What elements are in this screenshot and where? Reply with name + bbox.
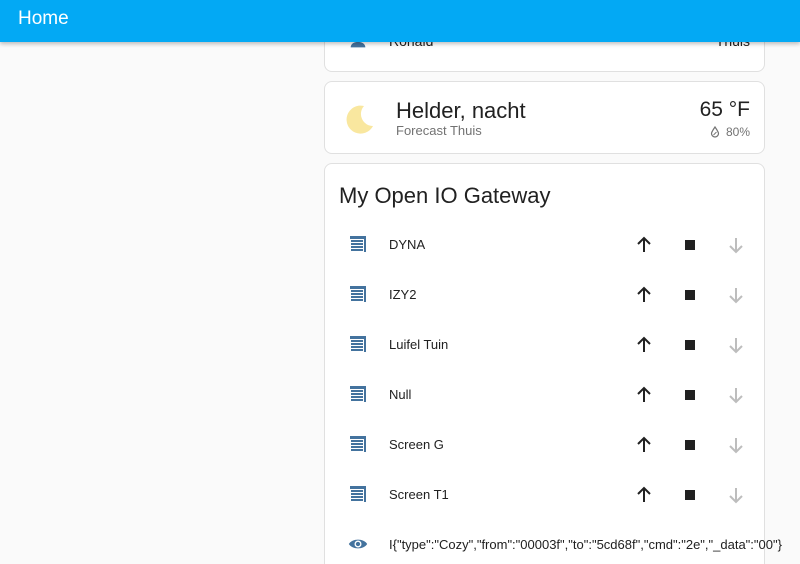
open-cover-button[interactable] <box>632 383 656 407</box>
arrow-up-icon <box>637 286 651 302</box>
stop-icon <box>685 240 695 250</box>
humidity-value: 80% <box>725 125 750 139</box>
page-title: Home <box>18 8 69 29</box>
stop-cover-button[interactable] <box>678 283 702 307</box>
stop-cover-button[interactable] <box>678 333 702 357</box>
stop-icon <box>685 440 695 450</box>
weather-temperature: 65 °F <box>699 98 750 121</box>
weather-condition: Helder, nacht <box>396 98 526 123</box>
cover-name[interactable]: Luifel Tuin <box>389 337 448 352</box>
close-cover-button[interactable] <box>724 233 748 257</box>
app-header: Home <box>0 0 800 42</box>
stop-icon <box>685 490 695 500</box>
window-shutter-icon[interactable] <box>348 284 368 304</box>
sensor-state[interactable]: I{"type":"Cozy","from":"00003f","to":"5c… <box>389 537 782 552</box>
cover-name[interactable]: Null <box>389 387 411 402</box>
open-cover-button[interactable] <box>632 433 656 457</box>
arrow-up-icon <box>637 436 651 452</box>
open-cover-button[interactable] <box>632 233 656 257</box>
stop-cover-button[interactable] <box>678 233 702 257</box>
stop-icon <box>685 390 695 400</box>
cover-row: IZY2 <box>325 271 766 321</box>
eye-icon[interactable] <box>348 534 368 554</box>
card-title: My Open IO Gateway <box>339 183 551 208</box>
cover-name[interactable]: DYNA <box>389 237 425 252</box>
arrow-down-icon <box>729 338 743 354</box>
close-cover-button[interactable] <box>724 483 748 507</box>
cover-name[interactable]: Screen G <box>389 437 444 452</box>
cover-row: DYNA <box>325 221 766 271</box>
cover-row: Null <box>325 371 766 421</box>
weather-card[interactable]: Helder, nacht Forecast Thuis 65 °F 80% <box>324 81 765 154</box>
window-shutter-icon[interactable] <box>348 234 368 254</box>
weather-humidity: 80% <box>709 125 750 139</box>
close-cover-button[interactable] <box>724 433 748 457</box>
cover-row: Screen G <box>325 421 766 471</box>
arrow-down-icon <box>729 238 743 254</box>
open-cover-button[interactable] <box>632 483 656 507</box>
cover-name[interactable]: Screen T1 <box>389 487 449 502</box>
arrow-up-icon <box>637 336 651 352</box>
cover-row: Luifel Tuin <box>325 321 766 371</box>
open-cover-button[interactable] <box>632 283 656 307</box>
gateway-card: My Open IO Gateway DYNA IZY2 Luifel Tuin… <box>324 163 782 564</box>
open-cover-button[interactable] <box>632 333 656 357</box>
cover-row: Screen T1 <box>325 471 766 521</box>
window-shutter-icon[interactable] <box>348 334 368 354</box>
window-shutter-icon[interactable] <box>348 434 368 454</box>
close-cover-button[interactable] <box>724 333 748 357</box>
close-cover-button[interactable] <box>724 283 748 307</box>
stop-cover-button[interactable] <box>678 433 702 457</box>
stop-icon <box>685 290 695 300</box>
stop-icon <box>685 340 695 350</box>
arrow-down-icon <box>729 288 743 304</box>
window-shutter-icon[interactable] <box>348 484 368 504</box>
arrow-down-icon <box>729 388 743 404</box>
water-percent-icon <box>710 126 720 138</box>
close-cover-button[interactable] <box>724 383 748 407</box>
arrow-down-icon <box>729 438 743 454</box>
cover-name[interactable]: IZY2 <box>389 287 416 302</box>
arrow-down-icon <box>729 488 743 504</box>
weather-forecast-name: Forecast Thuis <box>396 123 482 138</box>
stop-cover-button[interactable] <box>678 383 702 407</box>
moon-icon <box>346 105 373 134</box>
arrow-up-icon <box>637 486 651 502</box>
arrow-up-icon <box>637 386 651 402</box>
arrow-up-icon <box>637 236 651 252</box>
sensor-row: I{"type":"Cozy","from":"00003f","to":"5c… <box>325 521 782 564</box>
stop-cover-button[interactable] <box>678 483 702 507</box>
window-shutter-icon[interactable] <box>348 384 368 404</box>
